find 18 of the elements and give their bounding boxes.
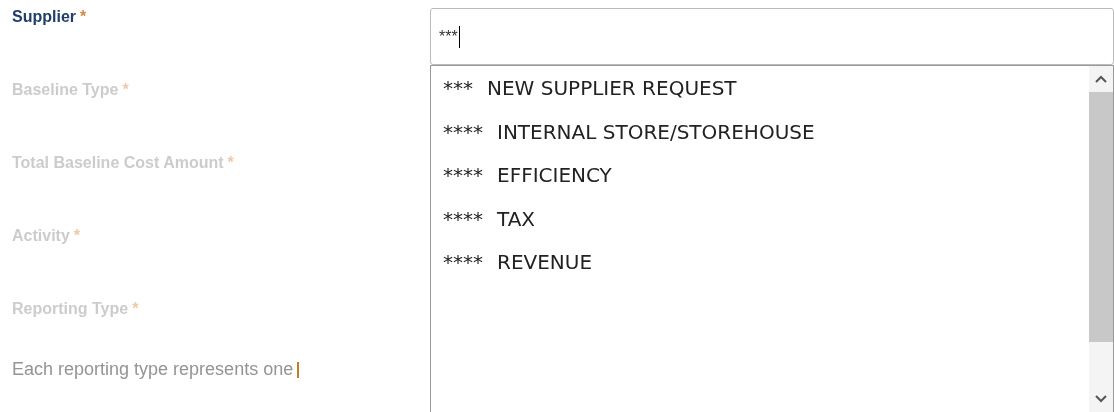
scroll-up-icon[interactable] [1094, 74, 1108, 84]
field-label: Supplier [12, 8, 76, 26]
scroll-thumb[interactable] [1089, 92, 1113, 342]
required-asterisk: * [122, 81, 129, 99]
suggestion-item[interactable]: **** EFFICIENCY [431, 163, 1089, 207]
suggestion-item[interactable]: **** TAX [431, 206, 1089, 250]
supplier-input[interactable]: *** [430, 8, 1114, 65]
help-text: Each reporting type represents one [12, 359, 294, 380]
required-asterisk: * [132, 300, 139, 318]
highlight-mark [297, 361, 300, 378]
required-asterisk: * [227, 154, 234, 172]
suggestion-item[interactable]: *** NEW SUPPLIER REQUEST [431, 76, 1089, 120]
required-asterisk: * [73, 227, 81, 245]
suggestion-item[interactable]: **** REVENUE [431, 250, 1089, 294]
scrollbar[interactable] [1089, 66, 1113, 412]
required-asterisk: * [80, 8, 87, 26]
suggestion-item[interactable]: **** INTERNAL STORE/STOREHOUSE [431, 119, 1089, 163]
scroll-down-icon[interactable] [1094, 394, 1108, 404]
